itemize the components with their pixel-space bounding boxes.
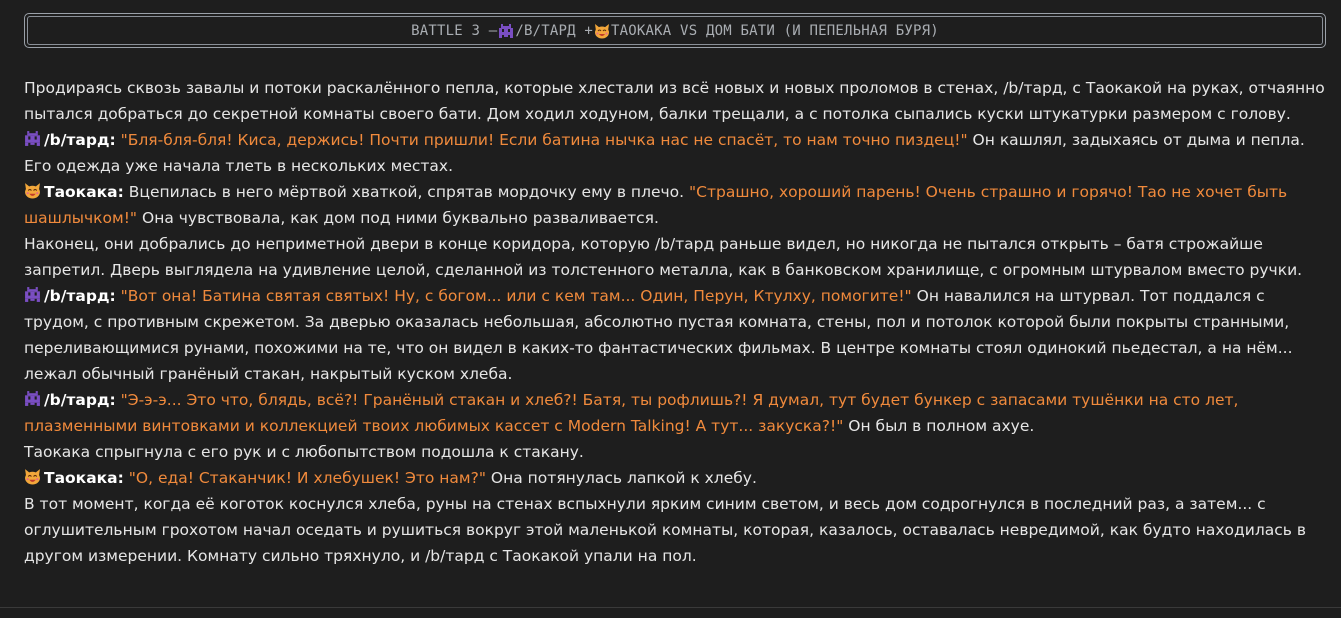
narration-paragraph: Таокака спрыгнула с его рук и с любопытс…	[24, 443, 584, 461]
dialogue-line: /b/тард: "Э-э-э... Это что, блядь, всё?!…	[24, 387, 1326, 439]
speaker-name: /b/тард:	[44, 287, 116, 305]
dialogue-line: Таокака: "О, еда! Стаканчик! И хлебушек!…	[24, 465, 1326, 491]
alien-monster-icon	[24, 286, 41, 303]
dialogue-narration: Вцепилась в него мёртвой хваткой, спрята…	[123, 183, 690, 201]
alien-monster-icon	[24, 390, 41, 407]
header-suffix: ТАОКАКА VS ДОМ БАТИ (И ПЕПЕЛЬНАЯ БУРЯ)	[611, 22, 939, 39]
alien-monster-icon	[24, 130, 41, 147]
speaker-name: /b/тард:	[44, 391, 116, 409]
alien-monster-icon	[498, 23, 514, 39]
battle-header-title: BATTLE 3 – /B/ТАРД + ТАОКАКА VS ДОМ БАТИ…	[27, 16, 1323, 45]
header-prefix: BATTLE 3 –	[411, 22, 498, 39]
narration-paragraph: В тот момент, когда её коготок коснулся …	[24, 495, 1306, 565]
dialogue-line: /b/тард: "Вот она! Батина святая святых!…	[24, 283, 1326, 387]
dialogue-line: /b/тард: "Бля-бля-бля! Киса, держись! По…	[24, 127, 1326, 179]
dialogue-narration: Она чувствовала, как дом под ними буквал…	[137, 209, 659, 227]
cat-face-icon	[24, 468, 41, 485]
header-bartard: /B/ТАРД +	[515, 22, 594, 39]
cat-face-icon	[594, 23, 610, 39]
narration-paragraph: Наконец, они добрались до неприметной дв…	[24, 235, 1303, 279]
dialogue-line: Таокака: Вцепилась в него мёртвой хватко…	[24, 179, 1326, 231]
dialogue-quote: "Бля-бля-бля! Киса, держись! Почти пришл…	[120, 131, 968, 149]
dialogue-quote: "Э-э-э... Это что, блядь, всё?! Гранёный…	[24, 391, 1239, 435]
speaker-name: /b/тард:	[44, 131, 116, 149]
bottom-divider	[0, 607, 1341, 618]
dialogue-narration: Он был в полном ахуе.	[843, 417, 1035, 435]
dialogue-quote: "О, еда! Стаканчик! И хлебушек! Это нам?…	[128, 469, 486, 487]
narration-paragraph: Продираясь сквозь завалы и потоки раскал…	[24, 79, 1325, 123]
speaker-name: Таокака:	[44, 469, 124, 487]
cat-face-icon	[24, 182, 41, 199]
speaker-name: Таокака:	[44, 183, 124, 201]
story-body: Продираясь сквозь завалы и потоки раскал…	[24, 75, 1326, 569]
dialogue-quote: "Вот она! Батина святая святых! Ну, с бо…	[120, 287, 912, 305]
battle-header: BATTLE 3 – /B/ТАРД + ТАОКАКА VS ДОМ БАТИ…	[24, 13, 1326, 48]
dialogue-narration: Она потянулась лапкой к хлебу.	[485, 469, 757, 487]
